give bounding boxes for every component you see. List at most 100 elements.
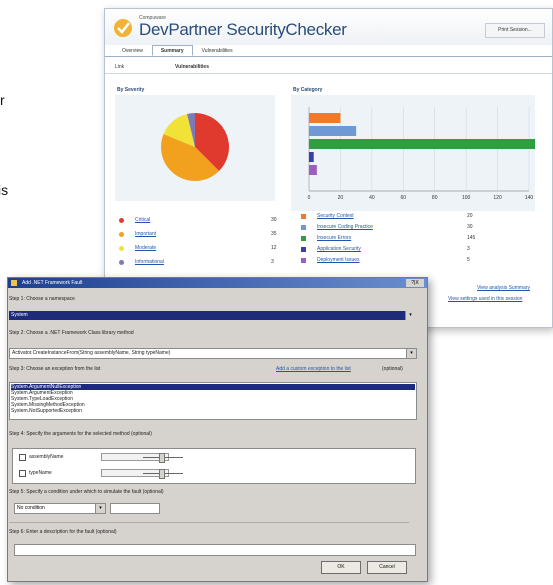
step2-label: Step 2: Choose a .NET Framework Class li…: [9, 330, 134, 336]
legend-swatch: [301, 247, 306, 252]
x-tick-label: 20: [338, 195, 344, 201]
legend-label[interactable]: Insecure Coding Practice: [317, 224, 373, 230]
legend-swatch: [301, 225, 306, 230]
legend-value: 3: [271, 259, 274, 265]
condition-input[interactable]: [110, 503, 160, 514]
legend-value: 30: [271, 217, 277, 223]
ok-button[interactable]: OK: [321, 561, 361, 574]
legend-item[interactable]: Moderate 12: [119, 245, 279, 254]
legend-item[interactable]: Application Security 3: [301, 246, 491, 255]
legend-swatch: [119, 260, 124, 265]
bar-insecure-coding-practice: [309, 126, 357, 136]
legend-item[interactable]: Insecure Errors 145: [301, 235, 491, 244]
legend-item[interactable]: Important 35: [119, 231, 279, 240]
category-bar-chart: 0 20 40 60 80 100 120 140: [308, 107, 537, 201]
x-tick-label: 100: [462, 195, 471, 201]
x-tick-label: 40: [369, 195, 375, 201]
tab-strip: Overview Summary Vulnerabilities: [113, 45, 242, 56]
slider-handle[interactable]: [159, 469, 165, 479]
legend-value: 5: [467, 257, 470, 263]
namespace-value: System: [11, 312, 28, 318]
legend-label[interactable]: Informational: [135, 259, 164, 265]
assembly-name-checkbox[interactable]: [19, 454, 26, 461]
method-value: Activator.CreateInstanceFrom(String asse…: [12, 350, 171, 356]
legend-label[interactable]: Important: [135, 231, 156, 237]
step1-label: Step 1: Choose a namespace: [9, 296, 75, 302]
view-settings-link[interactable]: View settings used in this session: [448, 296, 522, 302]
add-fault-dialog: Add .NET Framework Fault ?|X: [7, 277, 428, 582]
list-item[interactable]: System.NotSupportedException: [11, 408, 415, 414]
legend-value: 30: [467, 224, 473, 230]
step6-label: Step 6: Enter a description for the faul…: [9, 529, 117, 535]
x-tick-label: 120: [493, 195, 502, 201]
x-tick-label: 140: [525, 195, 534, 201]
condition-select[interactable]: No condition ▾: [14, 503, 106, 514]
x-tick-label: 80: [432, 195, 438, 201]
severity-pie-chart: [161, 113, 229, 182]
fragment-text-is: is: [0, 182, 9, 198]
exception-list[interactable]: System.ArgumentNullException System.Argu…: [9, 382, 417, 420]
legend-label[interactable]: Deployment Issues: [317, 257, 360, 263]
chevron-down-icon[interactable]: ▾: [405, 311, 415, 320]
legend-value: 35: [271, 231, 277, 237]
tab-divider: [105, 56, 552, 57]
arguments-grid: assemblyName typeName: [12, 448, 416, 484]
method-select[interactable]: Activator.CreateInstanceFrom(String asse…: [9, 348, 417, 359]
tab-overview[interactable]: Overview: [113, 45, 152, 56]
bar-insecure-errors: [309, 139, 537, 149]
dialog-app-icon: [11, 280, 17, 286]
legend-swatch: [119, 246, 124, 251]
tab-summary[interactable]: Summary: [151, 45, 193, 56]
legend-value: 3: [467, 246, 470, 252]
chevron-down-icon[interactable]: ▾: [95, 504, 105, 513]
legend-item[interactable]: Critical 30: [119, 217, 279, 226]
bar-security-context: [309, 113, 341, 123]
legend-item[interactable]: Insecure Coding Practice 30: [301, 224, 491, 233]
category-bar-panel: 0 20 40 60 80 100 120 140: [291, 95, 537, 211]
step4-label: Step 4: Specify the arguments for the se…: [9, 431, 152, 437]
fragment-text-r: r: [0, 92, 5, 108]
legend-value: 12: [271, 245, 277, 251]
legend-label[interactable]: Security Context: [317, 213, 354, 219]
condition-value: No condition: [17, 505, 45, 511]
subbar-title: Vulnerabilities: [175, 64, 209, 70]
by-category-label: By Category: [293, 87, 323, 93]
legend-value: 145: [467, 235, 476, 241]
print-session-button[interactable]: Print Session...: [485, 23, 545, 38]
add-custom-exception-link[interactable]: Add a custom exception to the list: [276, 366, 351, 372]
legend-swatch: [301, 236, 306, 241]
slider-handle[interactable]: [159, 453, 165, 463]
description-input[interactable]: [14, 544, 416, 556]
legend-label[interactable]: Insecure Errors: [317, 235, 351, 241]
tab-vulnerabilities[interactable]: Vulnerabilities: [193, 45, 242, 56]
app-header: Compuware DevPartner SecurityChecker Pri…: [105, 9, 552, 45]
step3-label: Step 3: Choose an exception from the lis…: [9, 366, 101, 372]
legend-value: 20: [467, 213, 473, 219]
summary-subbar: Link Vulnerabilities: [105, 61, 552, 74]
legend-label[interactable]: Moderate: [135, 245, 156, 251]
bar-deployment-issues: [309, 165, 317, 175]
cancel-button[interactable]: Cancel: [367, 561, 407, 574]
param-label: assemblyName: [29, 454, 64, 460]
dialog-title: Add .NET Framework Fault: [22, 280, 83, 286]
legend-item[interactable]: Security Context 20: [301, 213, 491, 222]
legend-label[interactable]: Application Security: [317, 246, 361, 252]
x-tick-label: 60: [401, 195, 407, 201]
legend-swatch: [119, 218, 124, 223]
bar-application-security: [309, 152, 314, 162]
legend-item[interactable]: Informational 3: [119, 259, 279, 268]
type-name-checkbox[interactable]: [19, 470, 26, 477]
namespace-select[interactable]: System ▾: [9, 311, 415, 320]
legend-item[interactable]: Deployment Issues 5: [301, 257, 491, 266]
legend-swatch: [301, 258, 306, 263]
step3-optional: (optional): [382, 366, 403, 372]
param-label: typeName: [29, 470, 52, 476]
titlebar-help-close-buttons[interactable]: ?|X: [406, 279, 424, 287]
view-summary-link[interactable]: View analysis Summary: [477, 285, 530, 291]
legend-swatch: [301, 214, 306, 219]
by-severity-label: By Severity: [117, 87, 145, 93]
app-title: DevPartner SecurityChecker: [139, 20, 347, 39]
legend-label[interactable]: Critical: [135, 217, 150, 223]
step5-label: Step 5: Specify a condition under which …: [9, 489, 164, 495]
chevron-down-icon[interactable]: ▾: [406, 349, 416, 358]
